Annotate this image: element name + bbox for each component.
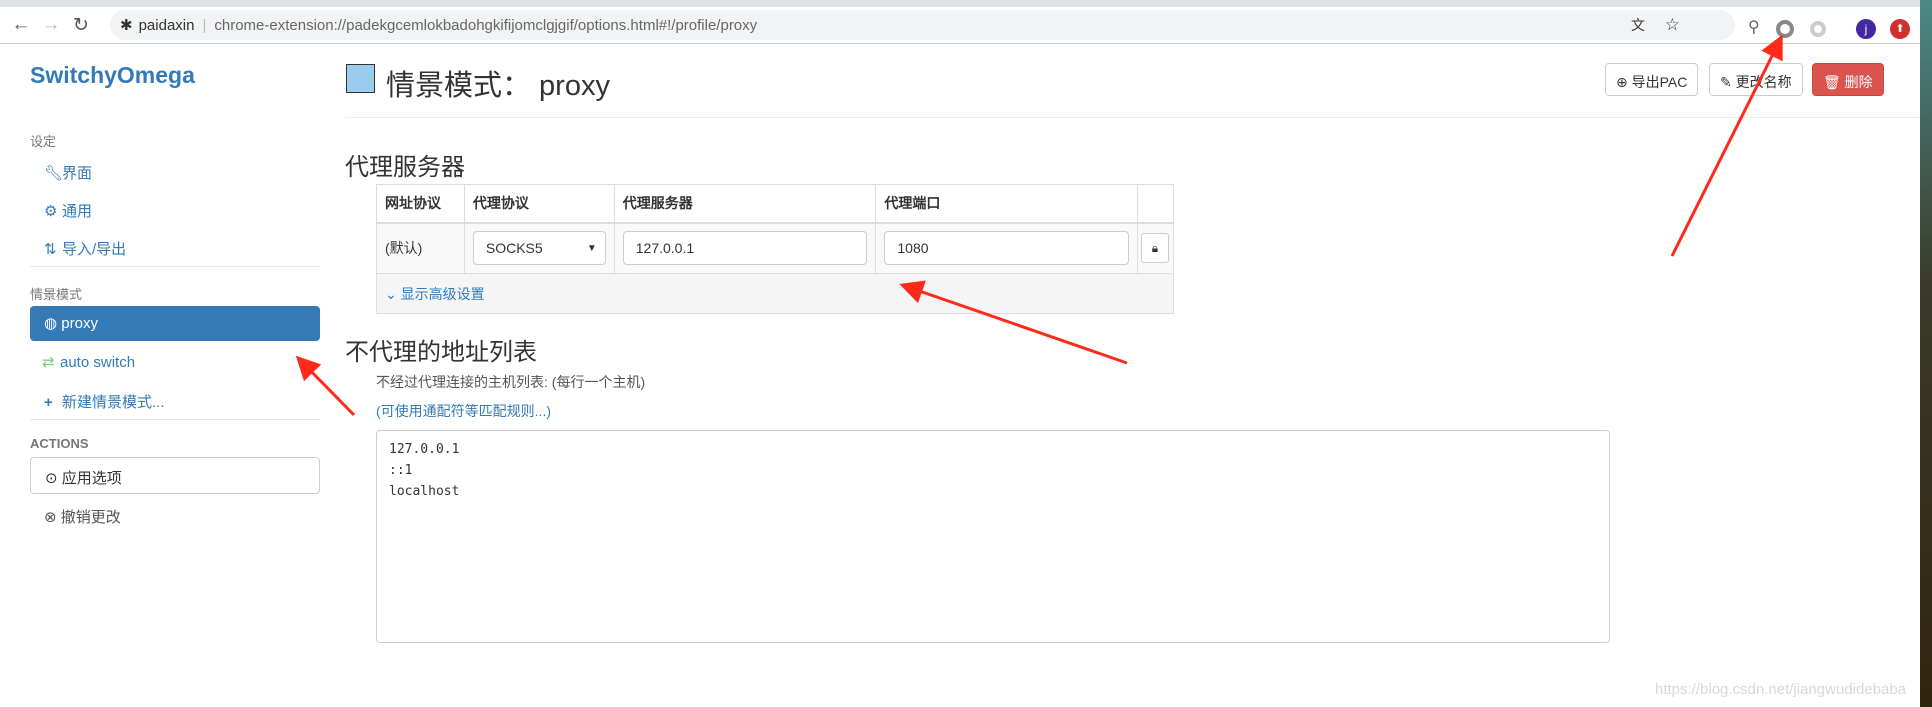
annotation-arrows (295, 34, 1783, 417)
annotation-arrow (295, 355, 356, 417)
annotation-arrow (899, 280, 1128, 365)
annotation-arrow (1670, 34, 1783, 257)
